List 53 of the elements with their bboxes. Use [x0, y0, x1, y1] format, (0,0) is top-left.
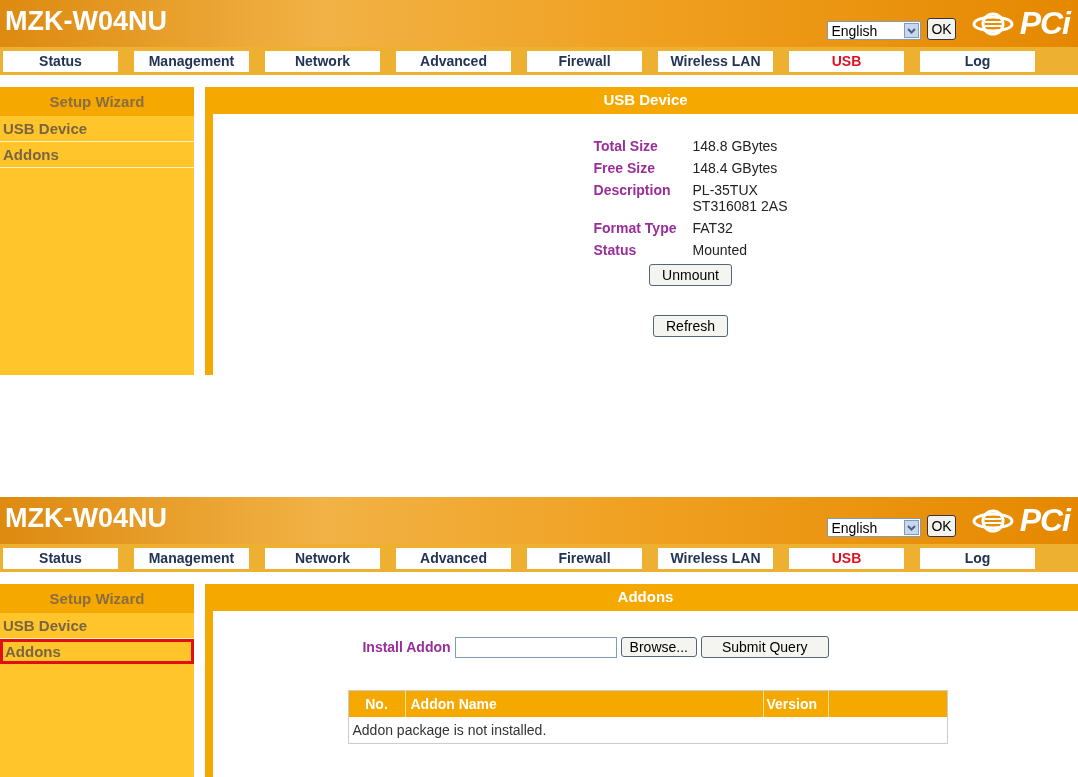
- nav-tab[interactable]: Log: [920, 50, 1035, 72]
- sidebar-item[interactable]: USB Device: [0, 116, 194, 142]
- panel-title: Addons: [213, 584, 1078, 611]
- ok-button[interactable]: OK: [927, 514, 956, 537]
- nav-tab[interactable]: USB: [789, 50, 904, 72]
- sidebar-item[interactable]: USB Device: [0, 613, 194, 639]
- field-value: 148.8 GBytes: [692, 138, 778, 154]
- field-value: ST316081 2AS: [692, 198, 788, 214]
- panel-title: USB Device: [213, 87, 1078, 114]
- nav-tab[interactable]: Firewall: [527, 547, 642, 569]
- nav-tab[interactable]: Status: [3, 547, 118, 569]
- install-addon-label: Install Addon: [362, 639, 451, 655]
- nav-tab[interactable]: Status: [3, 50, 118, 72]
- field-label: Free Size: [593, 160, 656, 176]
- nav-tab[interactable]: Network: [265, 50, 380, 72]
- unmount-button[interactable]: Unmount: [649, 264, 732, 286]
- submit-query-button[interactable]: Submit Query: [700, 636, 829, 658]
- nav-tab[interactable]: Management: [134, 547, 249, 569]
- globe-logo-icon: [971, 507, 1014, 534]
- field-label: Format Type: [593, 220, 678, 236]
- column-header: Version: [763, 691, 829, 717]
- field-label: Description: [593, 182, 672, 200]
- brand-logo: PCi: [1019, 502, 1070, 539]
- empty-table-message: Addon package is not installed.: [351, 721, 548, 740]
- field-label: Status: [593, 242, 638, 258]
- field-value: 148.4 GBytes: [692, 160, 778, 176]
- sidebar-item[interactable]: Addons: [0, 639, 194, 664]
- nav-tab[interactable]: Network: [265, 547, 380, 569]
- device-title: MZK-W04NU: [4, 503, 167, 534]
- file-input-field[interactable]: [454, 636, 617, 658]
- nav-tab[interactable]: Wireless LAN: [658, 50, 773, 72]
- refresh-button[interactable]: Refresh: [653, 315, 728, 337]
- nav-tab[interactable]: USB: [789, 547, 904, 569]
- nav-tab[interactable]: Advanced: [396, 547, 511, 569]
- column-header: Addon Name: [405, 691, 764, 717]
- field-label: Total Size: [593, 138, 659, 154]
- nav-tab[interactable]: Advanced: [396, 50, 511, 72]
- nav-tab[interactable]: Log: [920, 547, 1035, 569]
- ok-button[interactable]: OK: [927, 17, 956, 40]
- field-value: FAT32: [692, 220, 733, 236]
- column-header: No.: [348, 691, 406, 717]
- language-select[interactable]: English: [827, 518, 922, 537]
- nav-tab[interactable]: Management: [134, 50, 249, 72]
- device-title: MZK-W04NU: [4, 6, 167, 37]
- nav-tab[interactable]: Firewall: [527, 50, 642, 72]
- field-value: Mounted: [692, 242, 747, 258]
- sidebar-item[interactable]: Addons: [0, 142, 194, 168]
- browse-button[interactable]: Browse...: [620, 637, 697, 657]
- brand-logo: PCi: [1019, 5, 1070, 42]
- field-value: PL-35TUX: [692, 182, 759, 198]
- nav-tab[interactable]: Wireless LAN: [658, 547, 773, 569]
- globe-logo-icon: [971, 10, 1014, 37]
- language-select[interactable]: English: [827, 21, 922, 40]
